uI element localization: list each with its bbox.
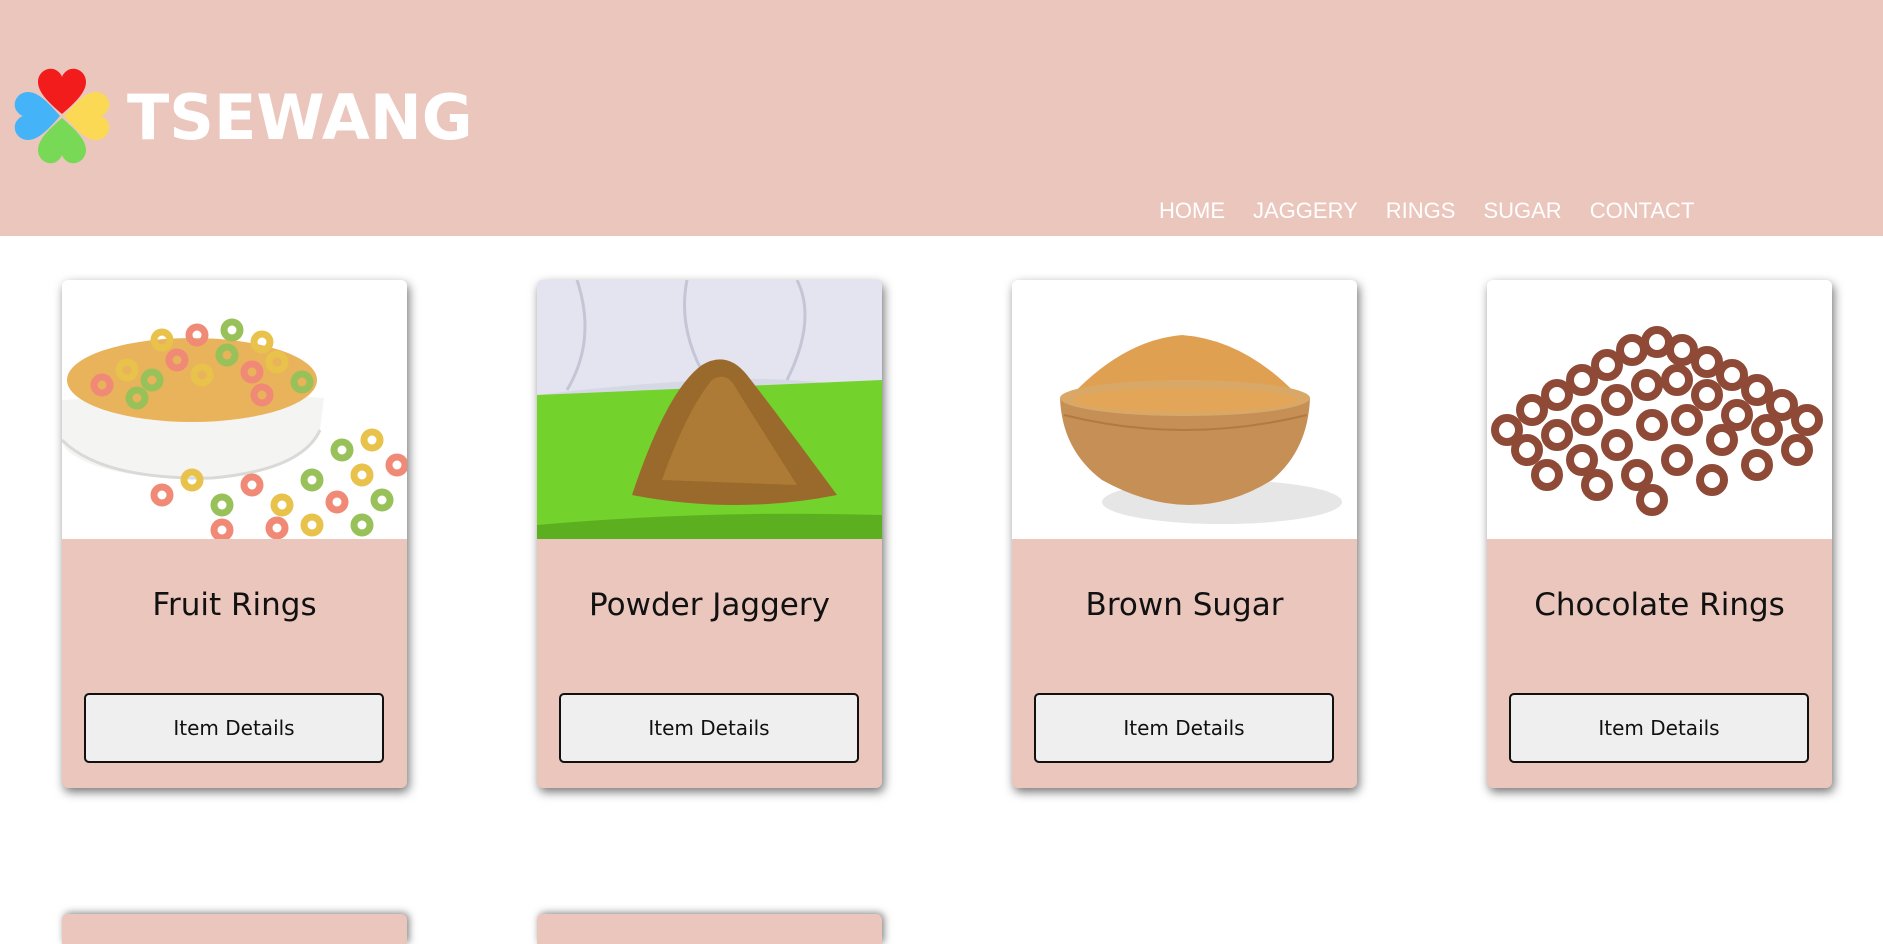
item-details-button[interactable]: Item Details	[1034, 693, 1334, 763]
item-details-button[interactable]: Item Details	[559, 693, 859, 763]
product-card-chocolate-rings: Chocolate Rings Item Details	[1487, 280, 1832, 788]
product-title: Brown Sugar	[1085, 587, 1284, 623]
nav-sugar[interactable]: SUGAR	[1483, 196, 1561, 226]
product-card-brown-sugar: Brown Sugar Item Details	[1012, 280, 1357, 788]
product-card-partial	[62, 914, 407, 944]
product-title: Chocolate Rings	[1534, 587, 1785, 623]
product-card-powder-jaggery: Powder Jaggery Item Details	[537, 280, 882, 788]
brand-name[interactable]: TSEWANG	[127, 78, 473, 158]
product-title: Powder Jaggery	[589, 587, 830, 623]
item-details-button[interactable]: Item Details	[84, 693, 384, 763]
product-title: Fruit Rings	[152, 587, 317, 623]
product-card-fruit-rings: Fruit Rings Item Details	[62, 280, 407, 788]
product-card-partial	[537, 914, 882, 944]
item-details-button[interactable]: Item Details	[1509, 693, 1809, 763]
nav-home[interactable]: HOME	[1159, 196, 1225, 226]
four-heart-clover-logo-icon[interactable]	[8, 62, 116, 170]
powder-jaggery-plate-image	[537, 280, 882, 539]
chocolate-rings-pile-image	[1487, 280, 1832, 539]
nav-jaggery[interactable]: JAGGERY	[1253, 196, 1358, 226]
main-nav: HOME JAGGERY RINGS SUGAR CONTACT	[1159, 196, 1722, 226]
nav-rings[interactable]: RINGS	[1386, 196, 1456, 226]
fruit-rings-bowl-image	[62, 280, 407, 539]
nav-contact[interactable]: CONTACT	[1590, 196, 1695, 226]
site-header: TSEWANG HOME JAGGERY RINGS SUGAR CONTACT	[0, 0, 1883, 236]
brown-sugar-bowl-image	[1012, 280, 1357, 539]
